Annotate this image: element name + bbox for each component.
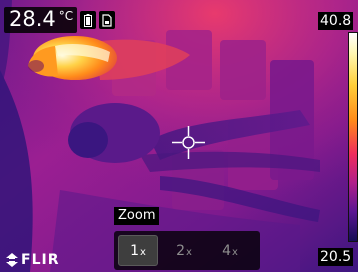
scale-max-label: 40.8 [318, 12, 354, 30]
zoom-option-value: 1 [130, 242, 139, 259]
thermal-camera-screen: 28.4 °C 40.8 20.5 Zoom 1x 2x 4x FLIR [0, 0, 358, 272]
zoom-option-value: 4 [222, 242, 231, 259]
zoom-option-suffix: x [232, 247, 238, 258]
flir-logo: FLIR [6, 252, 59, 268]
zoom-option-4x[interactable]: 4x [210, 235, 250, 266]
spot-temperature-box: 28.4 °C [4, 7, 78, 33]
zoom-option-suffix: x [140, 247, 146, 258]
zoom-option-value: 2 [176, 242, 185, 259]
spot-temperature-value: 28.4 [9, 7, 56, 31]
spotmeter-crosshair-icon [172, 126, 205, 159]
flir-logo-icon [6, 253, 18, 267]
zoom-option-1x[interactable]: 1x [118, 235, 158, 266]
zoom-label: Zoom [114, 207, 160, 225]
spot-readout: 28.4 °C [4, 6, 116, 34]
battery-icon [80, 11, 97, 29]
scale-min-label: 20.5 [318, 248, 354, 266]
zoom-option-suffix: x [186, 247, 192, 258]
temperature-unit: °C [58, 9, 74, 23]
sd-card-icon [99, 11, 116, 29]
temperature-scale-bar [348, 32, 358, 242]
zoom-option-2x[interactable]: 2x [164, 235, 204, 266]
flir-logo-text: FLIR [21, 252, 60, 268]
zoom-selector: 1x 2x 4x [114, 231, 260, 270]
